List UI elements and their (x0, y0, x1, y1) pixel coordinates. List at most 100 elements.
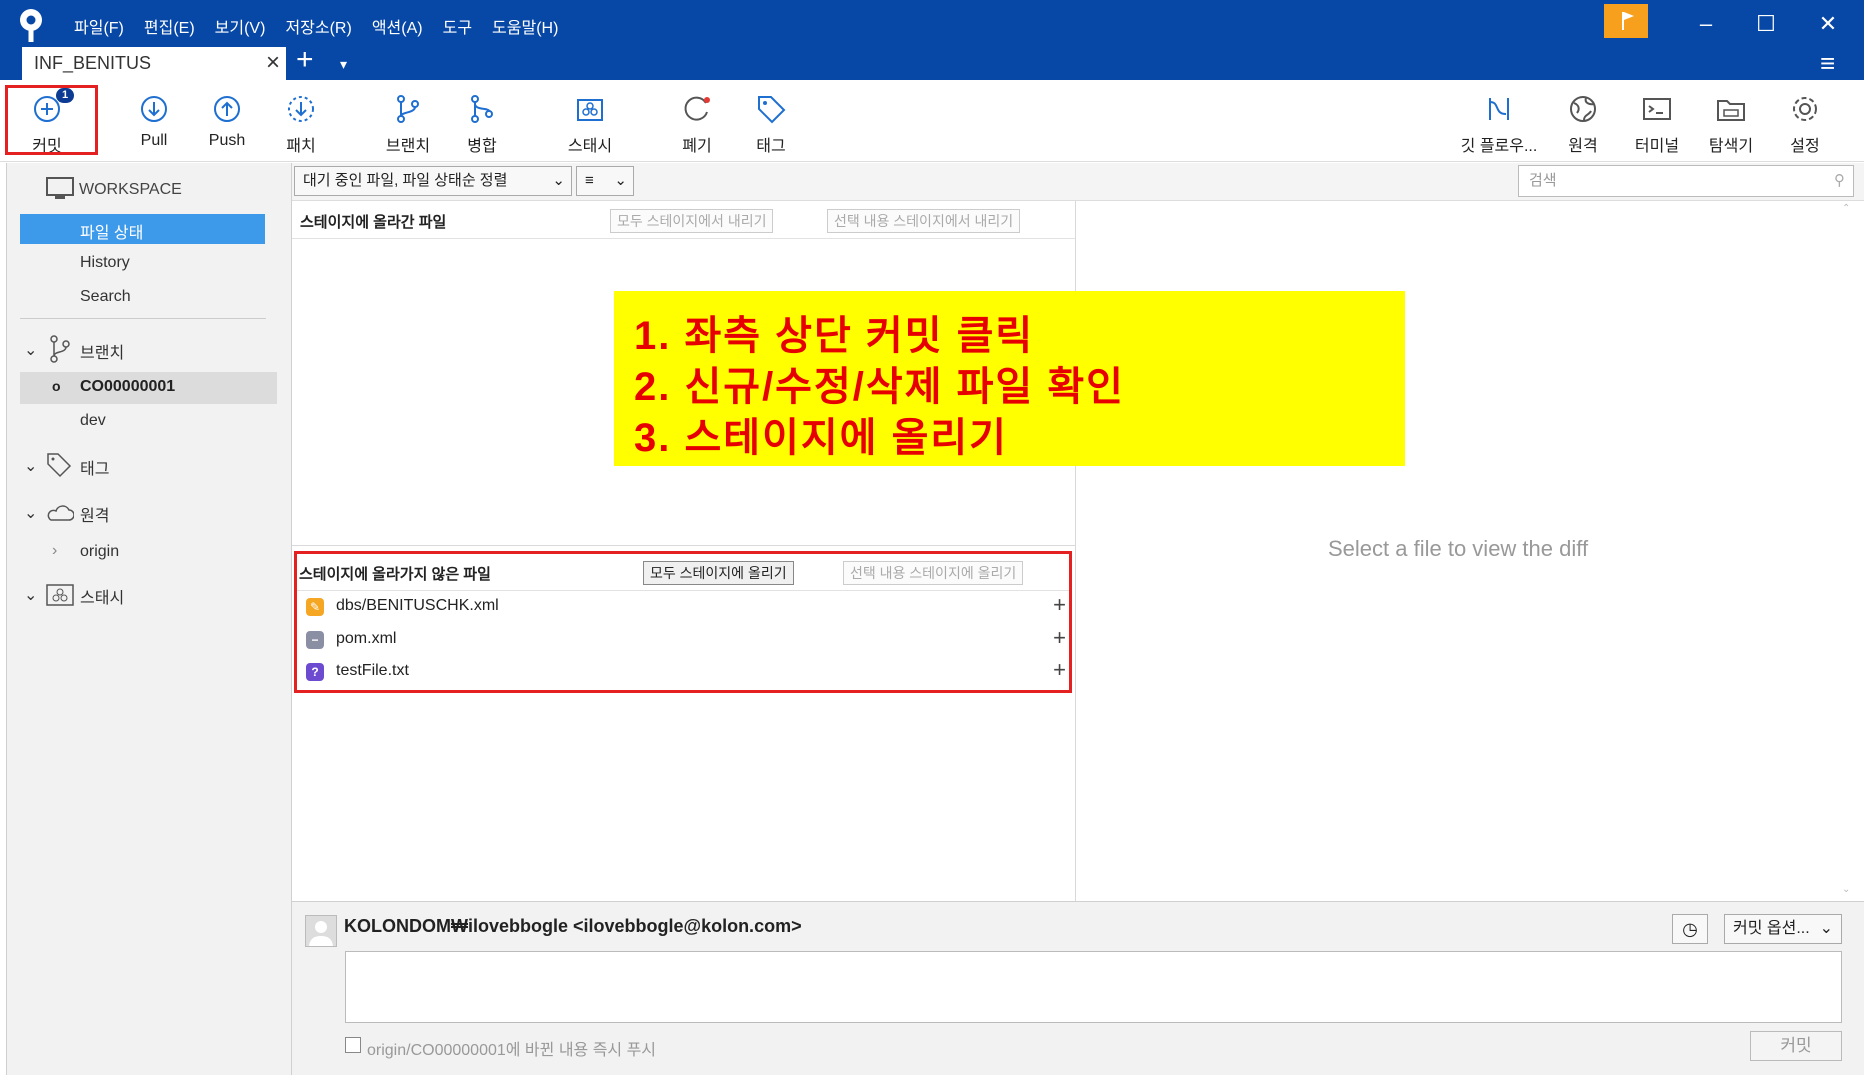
gitflow-label: 깃 플로우... (1460, 138, 1538, 155)
gitflow-icon (1489, 98, 1509, 120)
maximize-button[interactable]: ☐ (1746, 8, 1786, 40)
sort-dropdown[interactable]: 대기 중인 파일, 파일 상태순 정렬 ⌄ (294, 166, 572, 196)
chevron-right-icon[interactable]: › (52, 542, 57, 560)
push-immediately-label: origin/CO00000001에 바뀐 내용 즉시 푸시 (367, 1042, 657, 1059)
annotation-line-2: 2. 신규/수정/삭제 파일 확인 (634, 365, 1125, 409)
menu-repository[interactable]: 저장소(R) (275, 10, 361, 42)
annotation-line-3: 3. 스테이지에 올리기 (634, 416, 1008, 460)
tab-close-icon[interactable]: × (266, 49, 280, 77)
stash-icon (46, 584, 74, 606)
unstaged-highlight-box (294, 551, 1072, 693)
sidebar-item-file-status[interactable]: 파일 상태 (20, 214, 265, 244)
stash-icon (577, 99, 603, 121)
menu-help[interactable]: 도움말(H) (482, 10, 568, 42)
menu-edit[interactable]: 편집(E) (134, 10, 205, 42)
chevron-down-icon: ⌄ (614, 172, 627, 189)
user-icon (309, 921, 333, 946)
commit-highlight-box (5, 85, 98, 155)
scroll-up-icon[interactable]: ⌃ (1842, 203, 1850, 214)
stash-button[interactable]: 스태시 (545, 92, 635, 156)
chevron-down-icon[interactable]: ⌄ (24, 585, 37, 605)
flag-button[interactable] (1604, 4, 1648, 38)
menu-tools[interactable]: 도구 (433, 10, 482, 42)
merge-icon (471, 95, 493, 123)
sidebar-branches-header[interactable]: 브랜치 (80, 339, 124, 363)
commit-options-dropdown[interactable]: 커밋 옵션... ⌄ (1724, 914, 1842, 944)
settings-button[interactable]: 설정 (1760, 92, 1850, 156)
sidebar-item-remote-origin[interactable]: origin (80, 543, 119, 561)
sourcetree-logo-icon (20, 9, 42, 42)
sidebar-stashes-header[interactable]: 스태시 (80, 584, 124, 608)
sidebar-item-history[interactable]: History (80, 254, 130, 272)
tag-icon (47, 453, 72, 478)
chevron-down-icon: ⌄ (1819, 920, 1833, 937)
folder-icon (1717, 100, 1745, 121)
search-icon: ⚲ (1834, 172, 1845, 189)
sort-dropdown-value: 대기 중인 파일, 파일 상태순 정렬 (303, 172, 508, 189)
chevron-down-icon[interactable]: ⌄ (24, 340, 37, 360)
avatar (305, 915, 337, 947)
sidebar-item-label: 파일 상태 (80, 225, 144, 242)
sidebar-workspace-header: WORKSPACE (79, 181, 182, 198)
repo-tab[interactable]: INF_BENITUS × (22, 47, 286, 80)
chevron-down-icon[interactable]: ⌄ (24, 503, 37, 523)
push-icon (214, 96, 240, 122)
chevron-down-icon[interactable]: ⌄ (24, 456, 37, 476)
diff-empty-message: Select a file to view the diff (1328, 536, 1589, 561)
pull-icon (141, 96, 167, 122)
sidebar-remotes-header[interactable]: 원격 (80, 502, 109, 526)
menu-action[interactable]: 액션(A) (362, 10, 433, 42)
chevron-down-icon: ⌄ (552, 172, 565, 189)
gitflow-button[interactable]: 깃 플로우... (1454, 92, 1544, 156)
menu-view[interactable]: 보기(V) (205, 10, 276, 42)
sidebar-item-search[interactable]: Search (80, 288, 131, 306)
sidebar-item-branch-current[interactable]: o CO00000001 (20, 372, 277, 404)
tag-label: 태그 (756, 138, 786, 155)
hamburger-menu-icon[interactable]: ≡ (1820, 48, 1835, 79)
commit-history-button[interactable]: ◷ (1672, 914, 1708, 944)
commit-submit-button[interactable]: 커밋 (1750, 1031, 1842, 1061)
stash-label: 스태시 (567, 138, 613, 155)
commit-message-input[interactable] (345, 951, 1842, 1023)
globe-icon (1570, 96, 1596, 122)
settings-label: 설정 (1790, 138, 1820, 155)
commit-options-label: 커밋 옵션... (1733, 920, 1810, 937)
clock-icon: ◷ (1682, 919, 1698, 939)
monitor-icon (46, 177, 74, 199)
search-placeholder: 검색 (1529, 172, 1557, 189)
patch-icon (288, 96, 314, 122)
search-input[interactable]: 검색 ⚲ (1518, 165, 1854, 197)
close-window-button[interactable]: ✕ (1808, 8, 1848, 40)
scroll-down-icon[interactable]: ⌄ (1842, 884, 1850, 895)
discard-icon (684, 96, 710, 121)
unstage-all-button[interactable]: 모두 스테이지에서 내리기 (610, 209, 774, 233)
title-bar: 파일(F) 편집(E) 보기(V) 저장소(R) 액션(A) 도구 도움말(H)… (0, 0, 1864, 80)
tag-button[interactable]: 태그 (726, 92, 816, 156)
instruction-annotation: 1. 좌측 상단 커밋 클릭 2. 신규/수정/삭제 파일 확인 3. 스테이지… (614, 291, 1405, 466)
view-mode-dropdown[interactable]: ≡ ⌄ (576, 166, 634, 196)
branch-icon (397, 95, 419, 123)
merge-button[interactable]: 병합 (437, 92, 527, 156)
unstage-selected-button[interactable]: 선택 내용 스테이지에서 내리기 (827, 209, 1021, 233)
menu-file[interactable]: 파일(F) (64, 10, 134, 42)
merge-label: 병합 (467, 138, 497, 155)
current-branch-marker-icon: o (52, 378, 61, 394)
branch-icon (50, 335, 70, 363)
annotation-line-1: 1. 좌측 상단 커밋 클릭 (634, 314, 1035, 358)
new-tab-button[interactable]: + (296, 45, 314, 75)
tag-icon (758, 96, 786, 124)
panel-divider (292, 545, 1075, 546)
sidebar-item-label: CO00000001 (80, 378, 176, 395)
push-immediately-checkbox[interactable] (345, 1037, 361, 1053)
minimize-button[interactable]: – (1686, 8, 1726, 40)
tab-list-dropdown[interactable]: ▾ (340, 56, 347, 73)
sidebar-item-branch-dev[interactable]: dev (80, 412, 106, 430)
commit-author: KOLONDOM₩ilovebbogle <ilovebbogle@kolon.… (344, 916, 802, 936)
cloud-icon (47, 505, 74, 521)
diff-scrollbar[interactable]: ⌃ ⌄ (1840, 201, 1856, 901)
menu-bar: 파일(F) 편집(E) 보기(V) 저장소(R) 액션(A) 도구 도움말(H) (64, 10, 568, 42)
patch-button[interactable]: 패치 (256, 92, 346, 156)
sidebar-tags-header[interactable]: 태그 (80, 455, 109, 479)
staged-panel-title: 스테이지에 올라간 파일 (300, 214, 447, 231)
flag-icon (1622, 12, 1634, 30)
